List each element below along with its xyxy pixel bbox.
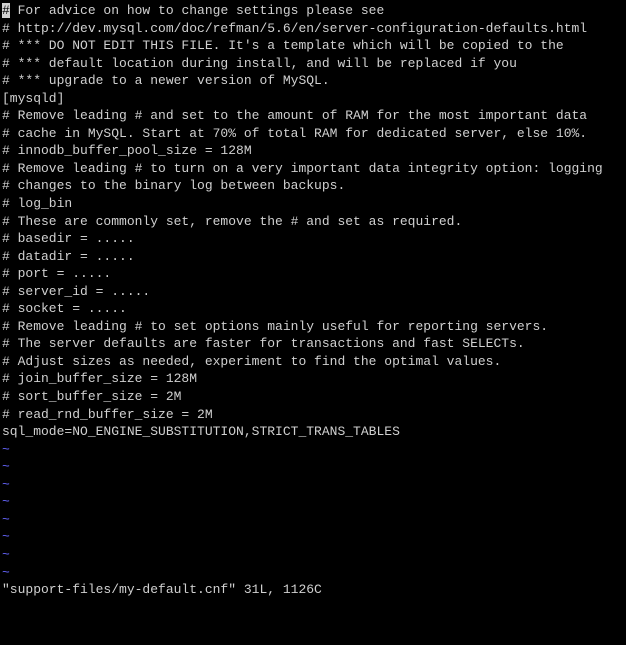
- cursor: #: [2, 3, 10, 18]
- file-line: # read_rnd_buffer_size = 2M: [2, 406, 624, 424]
- status-line: "support-files/my-default.cnf" 31L, 1126…: [2, 581, 624, 599]
- file-line: # Remove leading # to set options mainly…: [2, 318, 624, 336]
- empty-line-tilde: ~: [2, 511, 624, 529]
- file-line: # The server defaults are faster for tra…: [2, 335, 624, 353]
- empty-line-tilde: ~: [2, 441, 624, 459]
- empty-line-tilde: ~: [2, 546, 624, 564]
- file-line: # socket = .....: [2, 300, 624, 318]
- file-line: [mysqld]: [2, 90, 624, 108]
- file-line: # port = .....: [2, 265, 624, 283]
- file-line: # *** upgrade to a newer version of MySQ…: [2, 72, 624, 90]
- file-line: # basedir = .....: [2, 230, 624, 248]
- file-line: # Adjust sizes as needed, experiment to …: [2, 353, 624, 371]
- empty-line-tilde: ~: [2, 493, 624, 511]
- file-line: # sort_buffer_size = 2M: [2, 388, 624, 406]
- file-line: sql_mode=NO_ENGINE_SUBSTITUTION,STRICT_T…: [2, 423, 624, 441]
- file-line: # Remove leading # and set to the amount…: [2, 107, 624, 125]
- file-line: # log_bin: [2, 195, 624, 213]
- empty-line-tilde: ~: [2, 564, 624, 582]
- file-line: # server_id = .....: [2, 283, 624, 301]
- file-line: # Remove leading # to turn on a very imp…: [2, 160, 624, 178]
- file-line: # http://dev.mysql.com/doc/refman/5.6/en…: [2, 20, 624, 38]
- file-line: # innodb_buffer_pool_size = 128M: [2, 142, 624, 160]
- file-text: For advice on how to change settings ple…: [10, 3, 384, 18]
- file-line: # join_buffer_size = 128M: [2, 370, 624, 388]
- file-line: # changes to the binary log between back…: [2, 177, 624, 195]
- empty-line-tilde: ~: [2, 476, 624, 494]
- file-line: # These are commonly set, remove the # a…: [2, 213, 624, 231]
- empty-line-tilde: ~: [2, 528, 624, 546]
- file-line: # *** DO NOT EDIT THIS FILE. It's a temp…: [2, 37, 624, 55]
- file-line: # *** default location during install, a…: [2, 55, 624, 73]
- file-line: # datadir = .....: [2, 248, 624, 266]
- file-line: # For advice on how to change settings p…: [2, 2, 624, 20]
- editor-viewport[interactable]: # For advice on how to change settings p…: [2, 2, 624, 599]
- empty-line-tilde: ~: [2, 458, 624, 476]
- file-line: # cache in MySQL. Start at 70% of total …: [2, 125, 624, 143]
